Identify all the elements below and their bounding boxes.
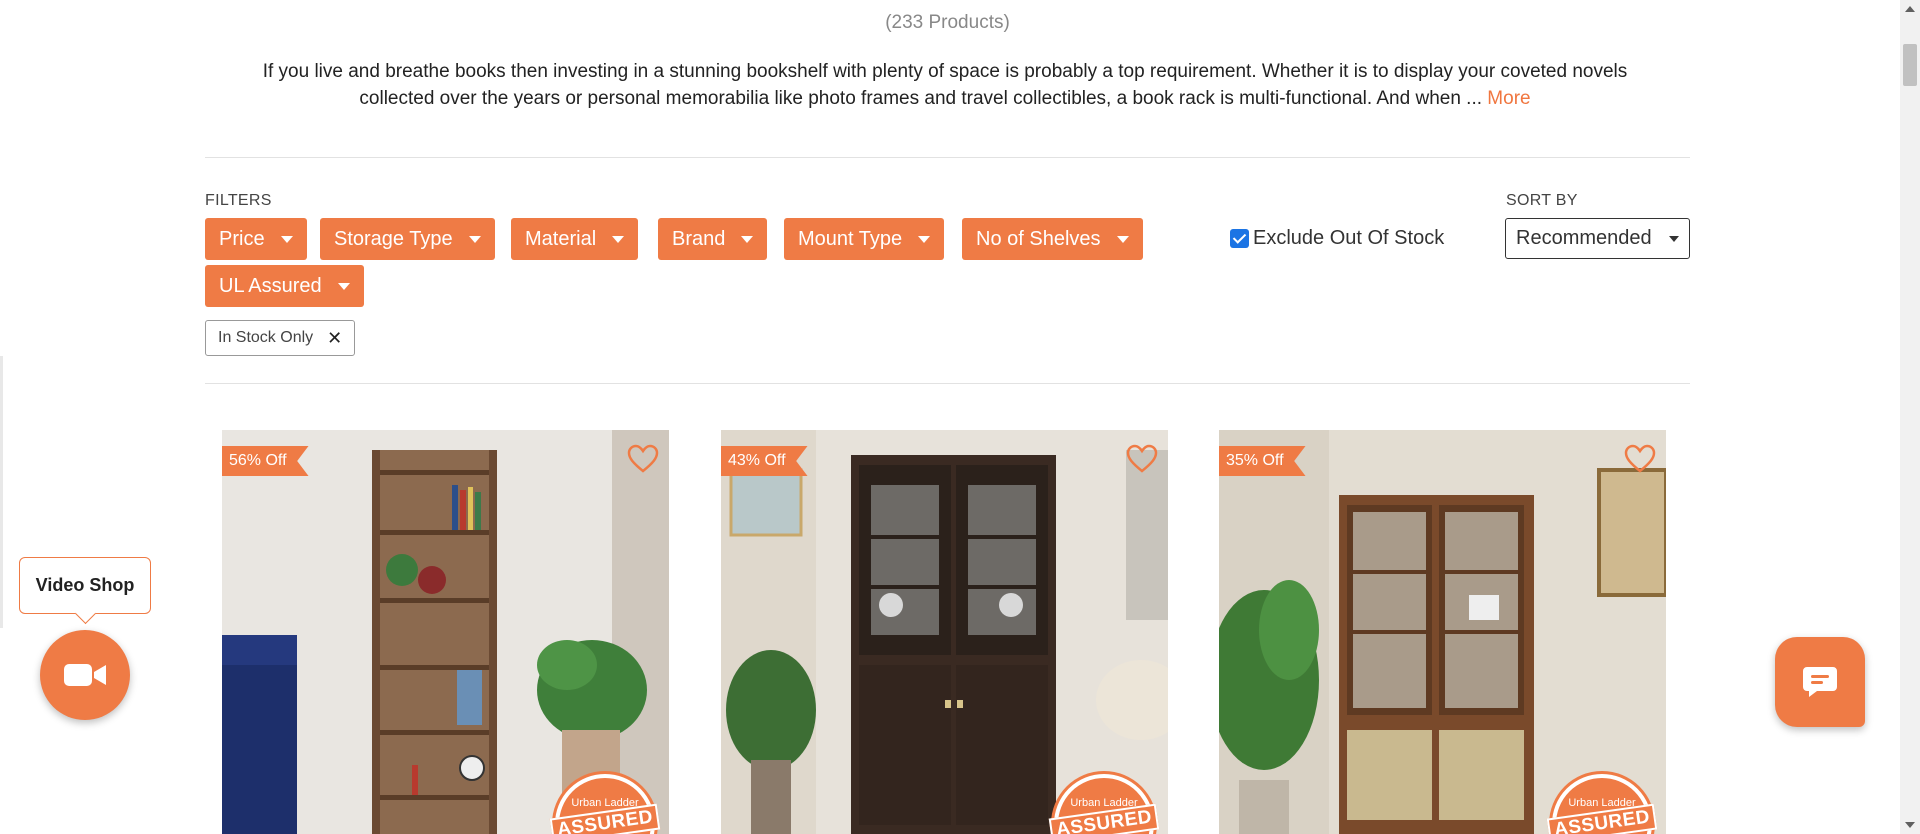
heart-icon[interactable] bbox=[627, 444, 659, 474]
heart-icon[interactable] bbox=[1624, 444, 1656, 474]
filter-label: Material bbox=[525, 227, 597, 250]
filter-label: Mount Type bbox=[798, 227, 903, 250]
chat-bubble-icon bbox=[1803, 667, 1837, 697]
caret-down-icon bbox=[280, 235, 293, 243]
filters-label: FILTERS bbox=[205, 192, 272, 209]
exclude-out-of-stock-checkbox[interactable]: Exclude Out Of Stock bbox=[1230, 227, 1444, 250]
discount-badge: 43% Off bbox=[721, 446, 808, 476]
heart-icon[interactable] bbox=[1126, 444, 1158, 474]
checkbox-checked-icon[interactable] bbox=[1230, 229, 1249, 248]
video-shop-tooltip[interactable]: Video Shop bbox=[19, 557, 151, 614]
product-card[interactable]: 35% Off Urban Ladder ASSURED bbox=[1219, 430, 1666, 834]
filter-storage-type-button[interactable]: Storage Type bbox=[320, 218, 495, 260]
active-filter-chip: In Stock Only ✕ bbox=[205, 320, 356, 356]
caret-down-icon bbox=[1669, 235, 1679, 242]
filter-label: Storage Type bbox=[334, 227, 453, 250]
more-link[interactable]: More bbox=[1487, 88, 1530, 109]
caret-down-icon bbox=[1116, 235, 1129, 243]
filter-mount-type-button[interactable]: Mount Type bbox=[784, 218, 945, 260]
sort-label: SORT BY bbox=[1506, 192, 1578, 209]
caret-down-icon bbox=[612, 235, 625, 243]
close-icon[interactable]: ✕ bbox=[327, 328, 342, 349]
discount-badge: 56% Off bbox=[222, 446, 309, 476]
category-description: If you live and breathe books then inves… bbox=[205, 58, 1685, 112]
scroll-thumb[interactable] bbox=[1903, 44, 1917, 86]
divider bbox=[205, 383, 1690, 384]
filter-label: No of Shelves bbox=[976, 227, 1101, 250]
filter-ul-assured-button[interactable]: UL Assured bbox=[205, 265, 364, 307]
description-line-2: collected over the years or personal mem… bbox=[359, 88, 1483, 109]
sort-select[interactable]: Recommended bbox=[1505, 218, 1690, 259]
product-count: (233 Products) bbox=[885, 12, 1010, 33]
filter-material-button[interactable]: Material bbox=[511, 218, 639, 260]
description-line-1: If you live and breathe books then inves… bbox=[262, 61, 1628, 82]
video-shop-button[interactable] bbox=[40, 630, 130, 720]
product-card[interactable]: 43% Off Urban Ladder ASSURED bbox=[721, 430, 1168, 834]
video-shop-label: Video Shop bbox=[35, 575, 135, 595]
filter-no-of-shelves-button[interactable]: No of Shelves bbox=[962, 218, 1143, 260]
filter-label: UL Assured bbox=[219, 274, 322, 297]
chip-label: In Stock Only bbox=[218, 329, 314, 346]
filter-label: Price bbox=[219, 227, 265, 250]
chat-button[interactable] bbox=[1775, 637, 1865, 727]
caret-down-icon bbox=[741, 235, 754, 243]
scroll-up-arrow-icon[interactable] bbox=[1905, 6, 1915, 12]
filter-price-button[interactable]: Price bbox=[205, 218, 307, 260]
caret-down-icon bbox=[337, 282, 350, 290]
filter-label: Brand bbox=[672, 227, 726, 250]
page: (233 Products) If you live and breathe b… bbox=[0, 0, 1900, 834]
filter-brand-button[interactable]: Brand bbox=[658, 218, 768, 260]
scroll-down-arrow-icon[interactable] bbox=[1905, 822, 1915, 828]
video-camera-icon bbox=[64, 664, 106, 686]
discount-badge: 35% Off bbox=[1219, 446, 1306, 476]
divider bbox=[205, 157, 1690, 158]
caret-down-icon bbox=[918, 235, 931, 243]
side-tab-edge bbox=[0, 356, 3, 628]
caret-down-icon bbox=[468, 235, 481, 243]
sort-selected-value: Recommended bbox=[1516, 227, 1652, 249]
exclude-out-of-stock-label: Exclude Out Of Stock bbox=[1253, 227, 1445, 249]
vertical-scrollbar[interactable] bbox=[1900, 0, 1920, 834]
product-card[interactable]: 56% Off Urban Ladder ASSURED bbox=[222, 430, 669, 834]
